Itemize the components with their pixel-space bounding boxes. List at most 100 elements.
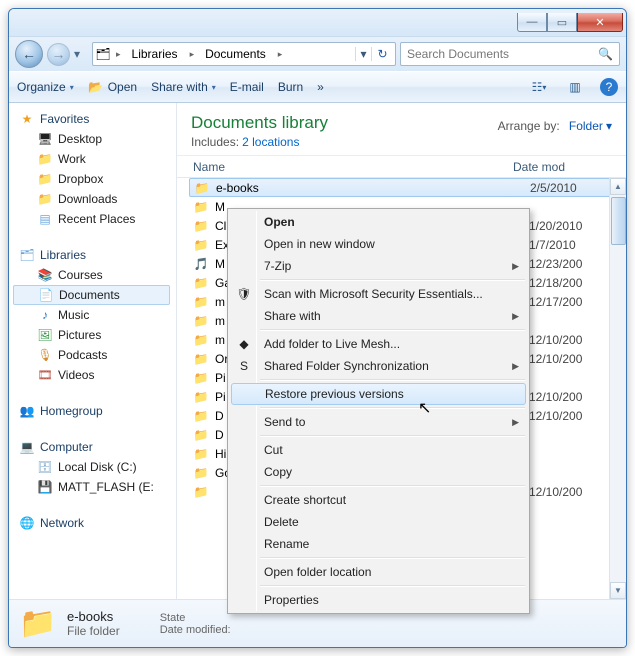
desktop-icon: 🖥 xyxy=(37,131,53,147)
menu-item-label: Shared Folder Synchronization xyxy=(264,359,429,373)
folder-icon: 📁 xyxy=(193,275,209,291)
menu-item[interactable]: ◆Add folder to Live Mesh... xyxy=(230,333,527,355)
tree-documents[interactable]: 📄Documents xyxy=(13,285,170,305)
file-date: 12/17/200 xyxy=(529,295,582,309)
menu-item-label: Restore previous versions xyxy=(265,387,404,401)
tree-podcasts[interactable]: 🎙Podcasts xyxy=(13,345,176,365)
breadcrumb-chevron-icon[interactable]: ▸ xyxy=(275,49,286,60)
favorites-header[interactable]: ★Favorites xyxy=(13,109,176,129)
submenu-arrow-icon: ▶ xyxy=(512,311,519,322)
menu-item[interactable]: 🛡Scan with Microsoft Security Essentials… xyxy=(230,283,527,305)
menu-item[interactable]: Open folder location xyxy=(230,561,527,583)
menu-item[interactable]: Properties xyxy=(230,589,527,611)
menu-item[interactable]: Send to▶ xyxy=(230,411,527,433)
tree-music[interactable]: ♪Music xyxy=(13,305,176,325)
menu-item[interactable]: Share with▶ xyxy=(230,305,527,327)
menu-item[interactable]: Open xyxy=(230,211,527,233)
minimize-button[interactable]: — xyxy=(517,13,547,32)
hard-disk-icon: 🗄 xyxy=(37,459,53,475)
tree-recent-places[interactable]: ▤Recent Places xyxy=(13,209,176,229)
tree-flash-drive[interactable]: 💾MATT_FLASH (E: xyxy=(13,477,176,497)
breadcrumb-libraries[interactable]: Libraries xyxy=(126,43,185,65)
homegroup-header[interactable]: 👥Homegroup xyxy=(13,401,176,421)
vertical-scrollbar[interactable]: ▲ ▼ xyxy=(609,178,626,599)
file-date: 12/23/200 xyxy=(529,257,582,271)
file-date: 12/10/200 xyxy=(529,352,582,366)
organize-button[interactable]: Organize▾ xyxy=(17,80,74,94)
menu-item-label: Add folder to Live Mesh... xyxy=(264,337,400,351)
tree-dropbox[interactable]: 📁Dropbox xyxy=(13,169,176,189)
submenu-arrow-icon: ▶ xyxy=(512,417,519,428)
breadcrumb-documents[interactable]: Documents xyxy=(199,43,273,65)
address-dropdown-button[interactable]: ▾ xyxy=(355,47,371,61)
folder-icon: 📁 xyxy=(194,180,210,196)
nav-history-dropdown[interactable]: ▾ xyxy=(74,47,88,61)
toolbar-overflow-button[interactable]: » xyxy=(317,80,324,94)
col-date[interactable]: Date mod xyxy=(513,160,565,174)
folder-icon: 📁 xyxy=(193,237,209,253)
tree-downloads[interactable]: 📁Downloads xyxy=(13,189,176,209)
tree-pictures[interactable]: 🖼Pictures xyxy=(13,325,176,345)
context-menu: Open Open in new window7-Zip▶ 🛡Scan with M… xyxy=(227,208,530,614)
tree-videos[interactable]: 🎞Videos xyxy=(13,365,176,385)
help-button[interactable]: ? xyxy=(600,78,618,96)
email-button[interactable]: E-mail xyxy=(230,80,264,94)
menu-item-label: Properties xyxy=(264,593,319,607)
breadcrumb-chevron-icon[interactable]: ▸ xyxy=(187,49,198,60)
tree-desktop[interactable]: 🖥Desktop xyxy=(13,129,176,149)
scroll-down-button[interactable]: ▼ xyxy=(610,582,626,599)
menu-item-label: Scan with Microsoft Security Essentials.… xyxy=(264,287,483,301)
nav-back-button[interactable]: ← xyxy=(15,40,43,68)
folder-icon: 📁 xyxy=(193,351,209,367)
burn-button[interactable]: Burn xyxy=(278,80,303,94)
col-name[interactable]: Name xyxy=(193,160,513,174)
menu-item[interactable]: Rename xyxy=(230,533,527,555)
tree-courses[interactable]: 📚Courses xyxy=(13,265,176,285)
libraries-header[interactable]: 🗂Libraries xyxy=(13,245,176,265)
tree-local-disk[interactable]: 🗄Local Disk (C:) xyxy=(13,457,176,477)
file-row[interactable]: 📁e-books2/5/2010 xyxy=(189,178,614,197)
menu-item[interactable]: Delete xyxy=(230,511,527,533)
menu-item-label: Open xyxy=(264,215,295,229)
folder-icon: 📁 xyxy=(37,191,53,207)
menu-item[interactable]: Copy xyxy=(230,461,527,483)
nav-forward-button[interactable]: → xyxy=(47,43,70,66)
file-date: 12/10/200 xyxy=(529,409,582,423)
menu-item-label: Delete xyxy=(264,515,299,529)
refresh-button[interactable]: ↻ xyxy=(371,47,393,61)
maximize-button[interactable]: ▭ xyxy=(547,13,577,32)
file-date: 1/7/2010 xyxy=(529,238,576,252)
menu-item[interactable]: Restore previous versions xyxy=(231,383,526,405)
menu-item[interactable]: Open in new window xyxy=(230,233,527,255)
search-box[interactable]: Search Documents 🔍 xyxy=(400,42,620,66)
tree-work[interactable]: 📁Work xyxy=(13,149,176,169)
nav-row: ← → ▾ 🗂 ▸ Libraries ▸ Documents ▸ ▾ ↻ Se… xyxy=(9,37,626,71)
preview-pane-button[interactable]: ▥ xyxy=(564,76,586,98)
address-bar[interactable]: 🗂 ▸ Libraries ▸ Documents ▸ ▾ ↻ xyxy=(92,42,396,66)
address-root-icon: 🗂 xyxy=(95,46,111,62)
computer-header[interactable]: 💻Computer xyxy=(13,437,176,457)
share-with-button[interactable]: Share with▾ xyxy=(151,80,216,94)
menu-item[interactable]: 7-Zip▶ xyxy=(230,255,527,277)
includes-link[interactable]: 2 locations xyxy=(242,135,299,149)
menu-item[interactable]: Cut xyxy=(230,439,527,461)
folder-icon: 📁 xyxy=(193,408,209,424)
network-header[interactable]: 🌐Network xyxy=(13,513,176,533)
status-modified-label: Date modified: xyxy=(160,624,231,636)
scroll-thumb[interactable] xyxy=(611,197,626,245)
open-icon: 📂 xyxy=(88,79,104,95)
homegroup-icon: 👥 xyxy=(19,403,35,419)
folder-icon: 📁 xyxy=(193,427,209,443)
close-button[interactable]: ✕ xyxy=(577,13,623,32)
scroll-up-button[interactable]: ▲ xyxy=(610,178,626,195)
arrange-by[interactable]: Arrange by: Folder ▾ xyxy=(498,119,612,133)
menu-item[interactable]: Create shortcut xyxy=(230,489,527,511)
usb-icon: 💾 xyxy=(37,479,53,495)
open-button[interactable]: 📂Open xyxy=(88,79,137,95)
status-folder-icon: 📁 xyxy=(19,605,57,643)
nav-tree: ★Favorites 🖥Desktop 📁Work 📁Dropbox 📁Down… xyxy=(9,103,177,599)
folder-icon: 📁 xyxy=(193,484,209,500)
menu-item[interactable]: SShared Folder Synchronization▶ xyxy=(230,355,527,377)
breadcrumb-chevron-icon[interactable]: ▸ xyxy=(113,49,124,60)
view-mode-button[interactable]: ☷▾ xyxy=(528,76,550,98)
